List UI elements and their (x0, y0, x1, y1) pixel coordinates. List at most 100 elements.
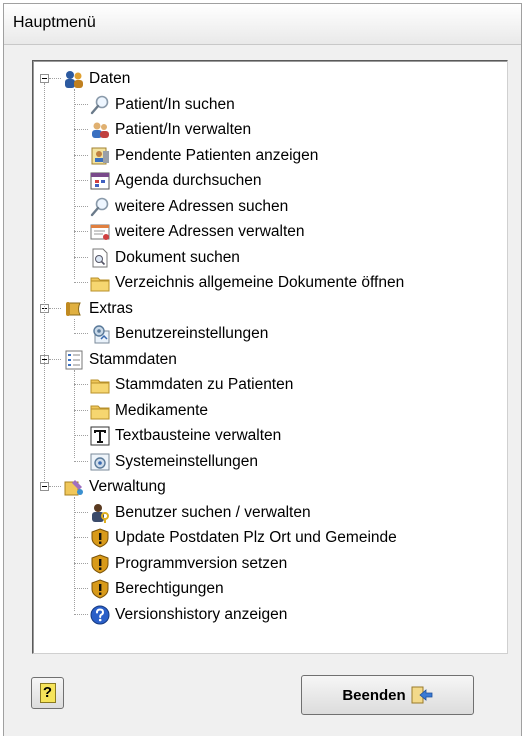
people-data-icon (63, 68, 85, 90)
tree-connector (74, 537, 88, 538)
tree-node-label: Verzeichnis allgemeine Dokumente öffnen (115, 274, 405, 291)
tree-connector (74, 256, 88, 258)
tree-group-3[interactable]: Verwaltung (63, 475, 166, 499)
shield-warning-icon (89, 527, 111, 549)
tree-node-label: Benutzer suchen / verwalten (115, 503, 311, 521)
collapse-toggle-3[interactable] (40, 482, 49, 491)
tree-item-3-2[interactable]: Programmversion setzen (89, 552, 287, 576)
help-button[interactable]: ? (31, 677, 64, 709)
tree-item-0-7[interactable]: Verzeichnis allgemeine Dokumente öffnen (89, 271, 404, 295)
tree-item-0-3[interactable]: Agenda durchsuchen (89, 169, 262, 193)
user-key-icon (89, 502, 111, 524)
tree-connector (49, 78, 61, 79)
tree-connector (49, 358, 61, 360)
tree-node-label: Stammdaten zu Patienten (115, 376, 294, 393)
menu-tree[interactable]: Daten Patient/In suchen Patient/In verwalt… (32, 60, 508, 654)
tree-item-0-2[interactable]: Pendente Patienten anzeigen (89, 144, 318, 168)
tree-item-3-3[interactable]: Berechtigungen (89, 577, 224, 601)
tree-node-label: Medikamente (115, 401, 209, 419)
tree-connector (74, 231, 88, 232)
settings-gear-icon (89, 323, 111, 345)
tree-connector (74, 460, 88, 462)
tree-item-0-5[interactable]: weitere Adressen verwalten (89, 220, 305, 244)
tree-node-label: Patient/In verwalten (115, 121, 252, 138)
quit-button-label: Beenden (342, 686, 406, 704)
pending-patient-icon (89, 145, 111, 167)
admin-tools-icon (63, 476, 85, 498)
tree-node-label: Verwaltung (89, 478, 166, 495)
tree-group-2[interactable]: Stammdaten (63, 348, 177, 372)
users-icon (89, 119, 111, 141)
tree-connector (74, 613, 88, 615)
tree-connector (74, 497, 75, 611)
tree-item-0-0[interactable]: Patient/In suchen (89, 93, 235, 117)
folder-icon (89, 400, 111, 422)
tree-connector (74, 89, 75, 279)
tree-node-label: weitere Adressen suchen (115, 197, 289, 215)
system-settings-icon (89, 451, 111, 473)
tree-node-label: Berechtigungen (115, 580, 224, 597)
tree-node-label: Pendente Patienten anzeigen (115, 146, 319, 164)
tree-connector (74, 384, 88, 385)
window-title: Hauptmenü (13, 14, 96, 31)
tree-item-3-4[interactable]: Versionshistory anzeigen (89, 603, 287, 627)
tree-node-label: Benutzereinstellungen (115, 325, 269, 342)
tree-group-1[interactable]: Extras (63, 297, 133, 321)
shield-warning-icon (89, 578, 111, 600)
main-menu-window: Hauptmenü Daten Patient/In suchen Patient/… (3, 3, 522, 736)
tree-connector (74, 103, 88, 105)
tree-connector (74, 435, 88, 436)
help-question-icon: ? (39, 683, 56, 703)
tree-item-2-0[interactable]: Stammdaten zu Patienten (89, 373, 293, 397)
tree-node-label: Patient/In suchen (115, 95, 235, 113)
tree-node-label: weitere Adressen verwalten (115, 223, 305, 240)
tree-node-label: Daten (89, 70, 131, 87)
tree-node-label: Agenda durchsuchen (115, 172, 262, 189)
tree-node-label: Dokument suchen (115, 248, 240, 266)
tree-connector (74, 588, 88, 589)
tree-connector (74, 562, 88, 564)
tree-item-0-6[interactable]: Dokument suchen (89, 246, 240, 270)
tree-connector (74, 282, 88, 283)
collapse-toggle-0[interactable] (40, 74, 49, 83)
magnifier-icon (89, 196, 111, 218)
tree-connector (74, 205, 88, 207)
tree-item-3-0[interactable]: Benutzer suchen / verwalten (89, 501, 311, 525)
help-circle-icon (89, 604, 111, 626)
tree-item-0-1[interactable]: Patient/In verwalten (89, 118, 251, 142)
tree-node-label: Extras (89, 299, 133, 317)
scroll-icon (63, 298, 85, 320)
tree-item-2-2[interactable]: Textbausteine verwalten (89, 424, 281, 448)
title-bar: Hauptmenü (4, 4, 521, 45)
tree-item-3-1[interactable]: Update Postdaten Plz Ort und Gemeinde (89, 526, 397, 550)
magnifier-icon (89, 94, 111, 116)
document-search-icon (89, 247, 111, 269)
tree-connector (74, 409, 88, 411)
exit-door-icon (411, 685, 433, 705)
tree-node-label: Textbausteine verwalten (115, 427, 282, 444)
tree-connector (74, 180, 88, 181)
tree-group-0[interactable]: Daten (63, 67, 130, 91)
address-card-icon (89, 221, 111, 243)
tree-node-label: Versionshistory anzeigen (115, 605, 288, 623)
folder-icon (89, 272, 111, 294)
tree-item-1-0[interactable]: Benutzereinstellungen (89, 322, 268, 346)
tree-connector (74, 154, 88, 156)
shield-warning-icon (89, 553, 111, 575)
tree-node-label: Programmversion setzen (115, 554, 288, 572)
tree-node-label: Stammdaten (89, 350, 177, 368)
tree-connector (49, 486, 61, 487)
quit-button[interactable]: Beenden (301, 675, 474, 715)
tree-connector (74, 318, 75, 330)
text-t-icon (89, 425, 111, 447)
tree-item-2-1[interactable]: Medikamente (89, 399, 208, 423)
tree-node-label: Systemeinstellungen (115, 452, 259, 470)
calendar-icon (89, 170, 111, 192)
tree-item-0-4[interactable]: weitere Adressen suchen (89, 195, 288, 219)
list-icon (63, 349, 85, 371)
tree-item-2-3[interactable]: Systemeinstellungen (89, 450, 258, 474)
tree-connector (74, 369, 75, 458)
tree-connector (74, 129, 88, 130)
tree-connector (49, 307, 61, 309)
tree-connector (74, 333, 88, 334)
